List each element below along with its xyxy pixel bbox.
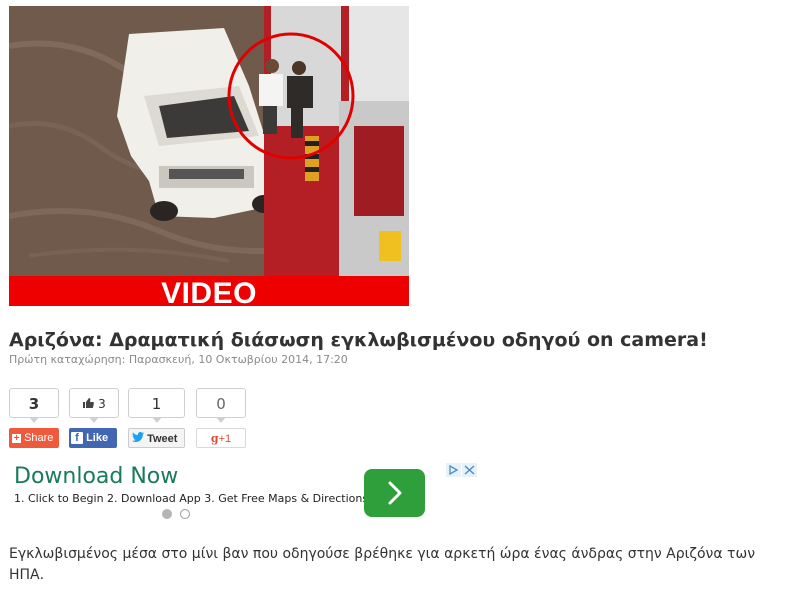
facebook-icon: f <box>71 432 83 445</box>
tweet-button[interactable]: Tweet <box>128 428 185 448</box>
twitter-widget: 1 Tweet <box>128 388 185 448</box>
gplus-button[interactable]: g+1 <box>196 428 246 448</box>
share-button[interactable]: + Share <box>9 428 59 448</box>
facebook-like-widget: 3 f Like <box>69 388 119 448</box>
share-total-count: 3 <box>9 388 59 423</box>
ad-go-button[interactable] <box>364 469 425 517</box>
facebook-like-button[interactable]: f Like <box>69 428 117 448</box>
ad-text: 1. Click to Begin 2. Download App 3. Get… <box>14 492 369 505</box>
adchoices-controls[interactable] <box>446 462 478 481</box>
plus-icon: + <box>12 432 21 444</box>
carousel-dot[interactable] <box>180 509 190 519</box>
ad-carousel-dots <box>162 509 198 528</box>
facebook-like-count: 3 <box>69 388 119 423</box>
article-timestamp: Πρώτη καταχώρηση: Παρασκευή, 10 Οκτωβρίο… <box>9 353 348 366</box>
gplus-count: 0 <box>196 388 246 423</box>
ad-banner[interactable]: Download Now 1. Click to Begin 2. Downlo… <box>12 462 478 524</box>
flood-rescue-image <box>9 6 409 276</box>
chevron-right-icon <box>388 481 402 505</box>
share-total-widget: 3 + Share <box>9 388 59 448</box>
fire-truck-shape <box>264 6 409 276</box>
adchoices-icon <box>446 463 477 477</box>
carousel-dot-active[interactable] <box>162 509 172 519</box>
twitter-bird-icon <box>132 429 144 449</box>
gplus-widget: 0 g+1 <box>196 388 246 448</box>
video-thumbnail[interactable]: VIDEO <box>9 6 409 306</box>
gplus-icon: g <box>210 432 219 445</box>
share-bar: 3 + Share 3 f Like 1 Tweet 0 g+1 <box>9 388 269 450</box>
twitter-count: 1 <box>128 388 185 423</box>
video-badge: VIDEO <box>9 276 409 306</box>
article-title: Αριζόνα: Δραματική διάσωση εγκλωβισμένου… <box>9 329 708 351</box>
article-body: Εγκλωβισμένος μέσα στο μίνι βαν που οδηγ… <box>9 546 756 583</box>
thumbs-up-icon <box>82 390 95 420</box>
ad-title[interactable]: Download Now <box>14 464 178 489</box>
